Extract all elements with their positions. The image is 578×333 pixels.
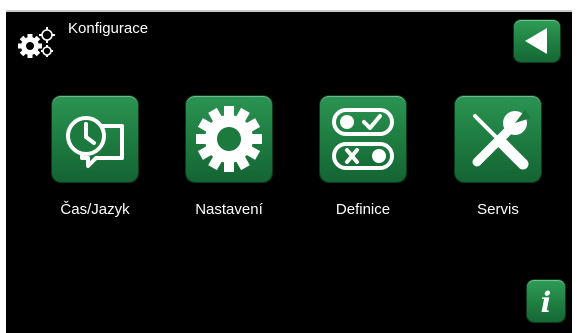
clock-speech-icon [66,116,124,168]
toggle-switches-icon [332,108,394,170]
menu-label-time-language: Čas/Jazyk [60,201,130,218]
menu-label-service: Servis [477,201,519,218]
menu-label-definitions: Definice [335,201,391,218]
menu-tile-definitions[interactable] [320,96,406,182]
info-icon: i [541,286,552,319]
page-title: Konfigurace [68,20,149,37]
configuration-screen: Konfigurace Čas/Jazyk Nastavení Definice… [6,10,572,333]
gears-icon [18,27,55,58]
gear-icon [196,106,262,172]
wrench-screwdriver-icon [472,110,531,170]
menu-tile-service[interactable] [455,96,541,182]
back-button[interactable] [514,20,560,62]
info-glyph: i [541,286,552,319]
menu-tile-settings[interactable] [186,96,272,182]
menu-label-settings: Nastavení [195,201,263,218]
menu-tile-time-language[interactable] [52,96,138,182]
info-button[interactable]: i [527,280,565,322]
back-arrow-icon [525,28,547,54]
